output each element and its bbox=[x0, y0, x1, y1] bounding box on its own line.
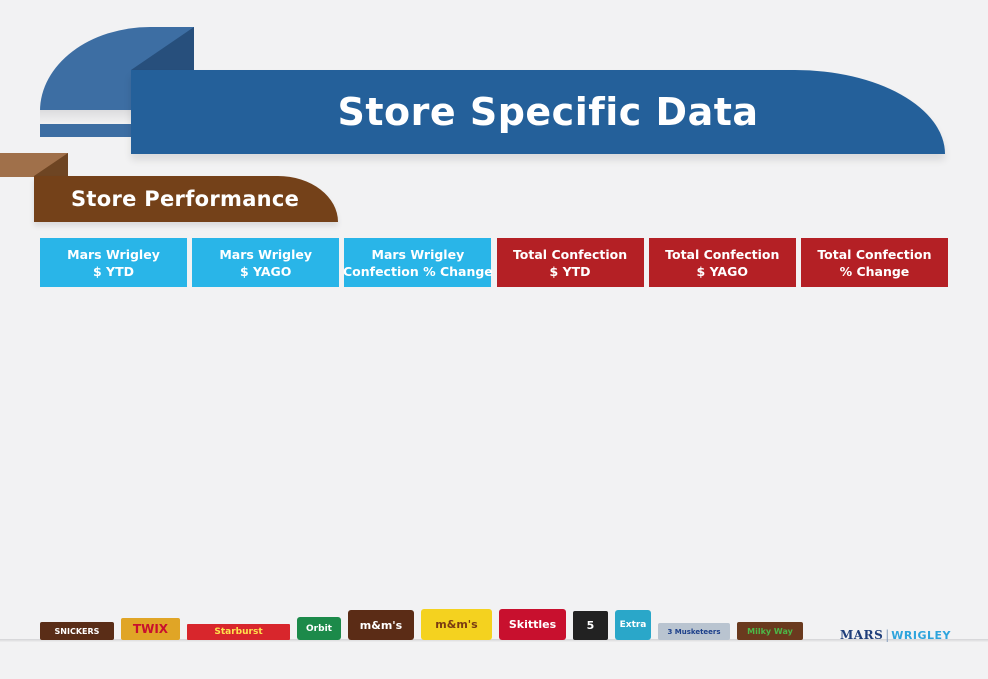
product-label: TWIX bbox=[132, 622, 169, 636]
logo-mars: MARS bbox=[840, 628, 884, 642]
product-starburst: Starburst bbox=[187, 624, 290, 640]
column-header-mw-change: Mars Wrigley Confection % Change bbox=[342, 238, 493, 287]
column-header-line1: Mars Wrigley bbox=[371, 246, 465, 262]
column-header-line1: Total Confection bbox=[817, 246, 932, 262]
column-header-tc-yago: Total Confection $ YAGO bbox=[648, 238, 796, 287]
column-header-mw-ytd: Mars Wrigley $ YTD bbox=[40, 238, 187, 287]
column-header-line2: % Change bbox=[839, 263, 910, 279]
column-header-line2: Confection % Change bbox=[342, 263, 493, 279]
section-banner: Store Performance bbox=[34, 176, 338, 222]
product-five-gum: 5 bbox=[573, 611, 608, 640]
performance-table-header: Mars Wrigley $ YTD Mars Wrigley $ YAGO M… bbox=[40, 238, 948, 287]
product-milky-way: Milky Way bbox=[737, 622, 803, 640]
product-twix: TWIX bbox=[121, 618, 180, 640]
product-mms-milk: m&m's bbox=[348, 610, 414, 640]
column-header-line1: Total Confection bbox=[665, 246, 780, 262]
product-label: 5 bbox=[586, 619, 595, 632]
page-title: Store Specific Data bbox=[337, 90, 759, 134]
logo-divider: | bbox=[885, 628, 890, 642]
product-orbit: Orbit bbox=[297, 617, 341, 640]
column-header-tc-change: Total Confection % Change bbox=[800, 238, 948, 287]
mars-wrigley-logo: MARS | WRIGLEY bbox=[840, 628, 951, 642]
column-header-tc-ytd: Total Confection $ YTD bbox=[496, 238, 644, 287]
header-banner: Store Specific Data bbox=[131, 70, 945, 154]
column-header-line2: $ YAGO bbox=[696, 263, 748, 279]
product-snickers: SNICKERS bbox=[40, 622, 114, 640]
column-header-line1: Total Confection bbox=[512, 246, 628, 262]
section-title: Store Performance bbox=[71, 187, 300, 211]
product-label: Extra bbox=[619, 620, 647, 630]
product-label: m&m's bbox=[435, 618, 478, 631]
logo-wrigley: WRIGLEY bbox=[891, 629, 951, 642]
column-header-line2: $ YTD bbox=[92, 263, 134, 279]
column-header-mw-yago: Mars Wrigley $ YAGO bbox=[192, 238, 340, 287]
product-mms-peanut: m&m's bbox=[421, 609, 492, 640]
product-skittles: Skittles bbox=[499, 609, 566, 640]
product-extra: Extra bbox=[615, 610, 651, 640]
product-3-musketeers: 3 Musketeers bbox=[658, 623, 730, 640]
column-header-line1: Mars Wrigley bbox=[219, 246, 313, 262]
column-header-line2: $ YAGO bbox=[239, 263, 292, 279]
product-label: Skittles bbox=[508, 618, 557, 631]
product-label: Starburst bbox=[214, 627, 263, 637]
product-label: m&m's bbox=[359, 618, 403, 632]
column-header-line1: Mars Wrigley bbox=[67, 246, 160, 262]
product-label: Milky Way bbox=[747, 626, 793, 636]
product-label: Orbit bbox=[306, 623, 332, 634]
product-label: SNICKERS bbox=[54, 626, 100, 636]
product-label: 3 Musketeers bbox=[667, 627, 721, 636]
column-header-line2: $ YTD bbox=[549, 263, 591, 279]
